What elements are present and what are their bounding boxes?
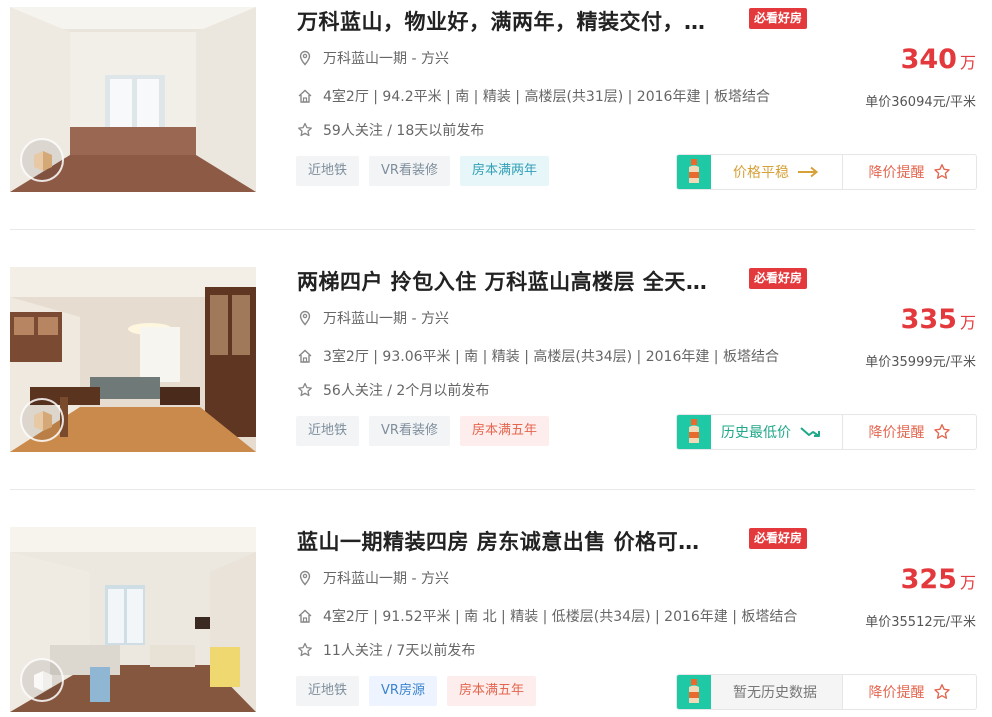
- star-outline-icon: [298, 122, 312, 137]
- price-value: 340: [900, 44, 957, 75]
- total-price: 340 万: [901, 44, 976, 75]
- bottle-icon: [677, 675, 711, 709]
- must-see-badge: 必看好房: [749, 8, 808, 29]
- house-info-row: 4室2厅 | 94.2平米 | 南 | 精装 | 高楼层(共31层) | 201…: [297, 86, 770, 106]
- star-outline-icon: [298, 642, 312, 657]
- location-row: 万科蓝山一期 - 方兴: [297, 308, 449, 328]
- listing-photo[interactable]: [10, 267, 256, 452]
- house-info-text: 4室2厅 | 91.52平米 | 南 北 | 精装 | 低楼层(共34层) | …: [323, 609, 798, 625]
- price-alert-label: 降价提醒: [868, 165, 925, 181]
- price-alert-label: 降价提醒: [868, 685, 925, 701]
- tag-vr: VR房源: [369, 676, 437, 706]
- price-unit: 万: [959, 53, 976, 72]
- listing-photo[interactable]: [10, 527, 256, 712]
- vr-icon: [34, 151, 52, 171]
- price-unit: 万: [959, 573, 976, 592]
- listing-photo[interactable]: [10, 7, 256, 192]
- price-action-box: 暂无历史数据 降价提醒: [676, 674, 977, 710]
- price-trend-button[interactable]: 历史最低价: [677, 415, 843, 449]
- location-text[interactable]: 万科蓝山一期 - 方兴: [323, 308, 449, 328]
- arrow-right-icon: [798, 166, 819, 178]
- must-see-badge: 必看好房: [749, 268, 808, 289]
- trend-text: 历史最低价: [721, 425, 791, 441]
- tag-vr: VR看装修: [369, 416, 450, 446]
- star-outline-icon: [933, 424, 950, 439]
- follow-row: 11人关注 / 7天以前发布: [297, 640, 475, 660]
- tag-list: 近地铁 VR看装修 房本满两年: [296, 156, 549, 186]
- location-pin-icon: [299, 50, 311, 66]
- tag-subway: 近地铁: [296, 676, 360, 706]
- must-see-badge: 必看好房: [749, 528, 808, 549]
- follow-text: 11人关注 / 7天以前发布: [323, 643, 476, 659]
- tag-deed: 房本满五年: [459, 416, 549, 446]
- house-icon: [298, 609, 312, 623]
- unit-price: 单价35512元/平米: [865, 615, 976, 630]
- listing-title[interactable]: 万科蓝山，物业好，满两年，精装交付，…: [297, 6, 706, 36]
- price-alert-button[interactable]: 降价提醒: [843, 155, 976, 189]
- listing-card[interactable]: 两梯四户 拎包入住 万科蓝山高楼层 全天… 必看好房 万科蓝山一期 - 方兴 3…: [0, 260, 992, 490]
- total-price: 335 万: [901, 304, 976, 335]
- vr-icon: [34, 411, 52, 431]
- vr-badge[interactable]: [20, 398, 64, 442]
- price-alert-label: 降价提醒: [868, 425, 925, 441]
- location-pin-icon: [299, 310, 311, 326]
- house-info-row: 4室2厅 | 91.52平米 | 南 北 | 精装 | 低楼层(共34层) | …: [297, 606, 797, 626]
- bottle-icon: [677, 415, 711, 449]
- location-text[interactable]: 万科蓝山一期 - 方兴: [323, 568, 449, 588]
- tag-subway: 近地铁: [296, 156, 360, 186]
- price-unit: 万: [959, 313, 976, 332]
- house-icon: [298, 349, 312, 363]
- follow-text: 56人关注 / 2个月以前发布: [323, 383, 490, 399]
- price-action-box: 历史最低价 降价提醒: [676, 414, 977, 450]
- price-alert-button[interactable]: 降价提醒: [843, 415, 976, 449]
- house-info-row: 3室2厅 | 93.06平米 | 南 | 精装 | 高楼层(共34层) | 20…: [297, 346, 779, 366]
- listing-title[interactable]: 两梯四户 拎包入住 万科蓝山高楼层 全天…: [297, 266, 707, 296]
- location-row: 万科蓝山一期 - 方兴: [297, 568, 449, 588]
- price-trend-button[interactable]: 暂无历史数据: [677, 675, 843, 709]
- total-price: 325 万: [901, 564, 976, 595]
- listing-title[interactable]: 蓝山一期精装四房 房东诚意出售 价格可…: [297, 526, 700, 556]
- price-value: 335: [900, 304, 957, 335]
- tag-list: 近地铁 VR看装修 房本满五年: [296, 416, 549, 446]
- star-outline-icon: [933, 164, 950, 179]
- trend-text: 暂无历史数据: [733, 685, 817, 701]
- tag-deed: 房本满五年: [446, 676, 536, 706]
- follow-row: 56人关注 / 2个月以前发布: [297, 380, 489, 400]
- vr-icon: [34, 671, 52, 691]
- bottle-icon: [677, 155, 711, 189]
- trend-down-icon: [800, 427, 820, 437]
- location-pin-icon: [299, 570, 311, 586]
- house-icon: [298, 89, 312, 103]
- price-trend-button[interactable]: 价格平稳: [677, 155, 843, 189]
- trend-text: 价格平稳: [733, 165, 789, 181]
- vr-badge[interactable]: [20, 658, 64, 702]
- listing-divider: [10, 489, 975, 490]
- unit-price: 单价35999元/平米: [865, 355, 976, 370]
- tag-vr: VR看装修: [369, 156, 450, 186]
- follow-text: 59人关注 / 18天以前发布: [323, 123, 485, 139]
- tag-list: 近地铁 VR房源 房本满五年: [296, 676, 536, 706]
- listing-card[interactable]: 蓝山一期精装四房 房东诚意出售 价格可… 必看好房 万科蓝山一期 - 方兴 4室…: [0, 520, 992, 717]
- price-value: 325: [900, 564, 957, 595]
- star-outline-icon: [298, 382, 312, 397]
- tag-deed: 房本满两年: [459, 156, 549, 186]
- unit-price: 单价36094元/平米: [865, 95, 976, 110]
- follow-row: 59人关注 / 18天以前发布: [297, 120, 484, 140]
- listing-card[interactable]: 万科蓝山，物业好，满两年，精装交付，… 必看好房 万科蓝山一期 - 方兴 4室2…: [0, 0, 992, 230]
- tag-subway: 近地铁: [296, 416, 360, 446]
- price-alert-button[interactable]: 降价提醒: [843, 675, 976, 709]
- house-info-text: 3室2厅 | 93.06平米 | 南 | 精装 | 高楼层(共34层) | 20…: [323, 349, 779, 365]
- price-action-box: 价格平稳 降价提醒: [676, 154, 977, 190]
- house-info-text: 4室2厅 | 94.2平米 | 南 | 精装 | 高楼层(共31层) | 201…: [323, 89, 771, 105]
- star-outline-icon: [933, 684, 950, 699]
- listing-divider: [10, 229, 975, 230]
- location-text[interactable]: 万科蓝山一期 - 方兴: [323, 48, 449, 68]
- location-row: 万科蓝山一期 - 方兴: [297, 48, 449, 68]
- vr-badge[interactable]: [20, 138, 64, 182]
